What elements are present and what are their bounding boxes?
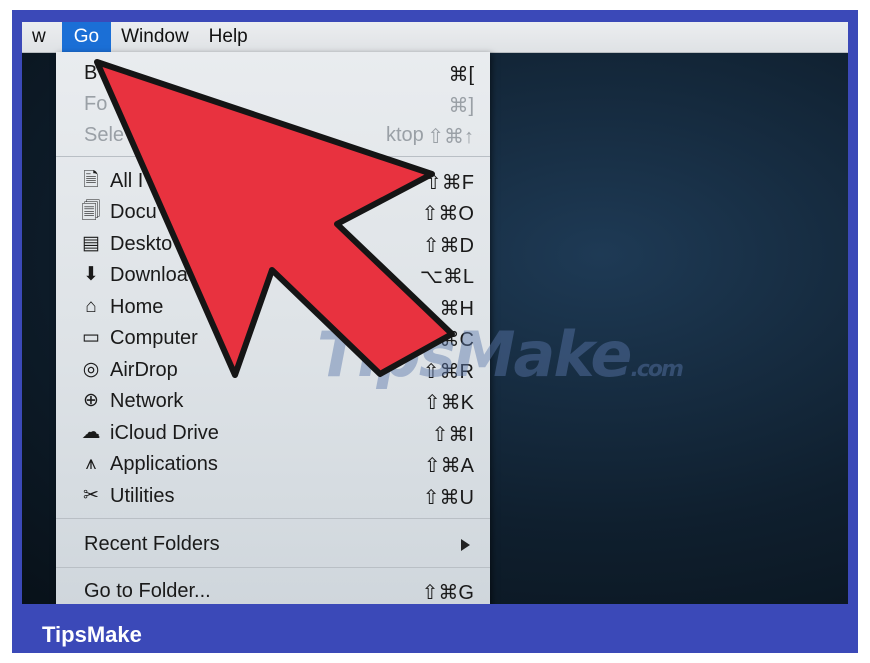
menubar-item-help[interactable]: Help xyxy=(199,22,258,52)
menubar-item-window[interactable]: Window xyxy=(111,22,199,52)
menu-item-label: Computer xyxy=(110,327,198,349)
menu-item-select-startup-disk[interactable]: Sele ktop ⇧⌘↑ xyxy=(56,120,490,151)
menu-item-applications[interactable]: ⩚ Applications ⇧⌘A xyxy=(56,449,490,480)
menu-item-recent-folders[interactable]: Recent Folders xyxy=(56,529,490,560)
menu-item-icloud-drive[interactable]: ☁ iCloud Drive ⇧⌘I xyxy=(56,418,490,449)
menu-item-desktop[interactable]: ▤ Deskto ⇧⌘D xyxy=(56,229,490,260)
menu-item-label: Utilities xyxy=(110,485,175,507)
icloud-icon: ☁ xyxy=(81,422,101,443)
menu-item-label: Sele xyxy=(84,124,125,146)
menu-item-label: Docu xyxy=(110,201,157,223)
image-frame: w Go Window Help B ⌘[ Fo ⌘] Sele ktop ⇧⌘… xyxy=(12,10,858,653)
menubar-item-go[interactable]: Go xyxy=(61,22,112,52)
computer-icon: ▭ xyxy=(82,327,100,348)
menu-item-shortcut: ⇧⌘K xyxy=(423,392,474,414)
menu-item-shortcut: ⇧⌘U xyxy=(422,487,474,509)
menu-item-downloads[interactable]: ⬇ Downloa ⌥⌘L xyxy=(56,260,490,291)
menu-item-shortcut: ⇧⌘D xyxy=(422,235,474,257)
submenu-arrow-icon xyxy=(461,539,470,551)
menu-item-label: Fo xyxy=(84,93,108,115)
menu-item-label: Home xyxy=(110,296,164,318)
menu-item-label: All I xyxy=(110,170,144,192)
menu-item-label: Network xyxy=(110,390,184,412)
menu-item-go-to-folder[interactable]: Go to Folder... ⇧⌘G xyxy=(56,576,490,604)
menu-item-label: AirDrop xyxy=(110,359,178,381)
caption-brand: TipsMake xyxy=(42,622,142,647)
applications-icon: ⩚ xyxy=(85,453,97,474)
watermark-suffix: .com xyxy=(630,357,683,382)
downloads-icon: ⬇ xyxy=(83,264,99,285)
menu-bar: w Go Window Help xyxy=(22,22,848,53)
menu-item-utilities[interactable]: ✂ Utilities ⇧⌘U xyxy=(56,481,490,512)
menu-item-label: iCloud Drive xyxy=(110,422,219,444)
watermark-text: TipsMake xyxy=(317,318,632,391)
menu-item-shortcut: ⇧⌘A xyxy=(423,455,474,477)
menu-item-back[interactable]: B ⌘[ xyxy=(56,58,490,89)
watermark: TipsMake.com xyxy=(317,318,684,391)
menu-item-shortcut: ⇧⌘G xyxy=(421,582,474,604)
menu-item-label: Go to Folder... xyxy=(84,580,211,602)
network-icon: ⊕ xyxy=(83,390,99,411)
menu-item-shortcut: ⌘] xyxy=(448,95,474,117)
menu-item-label: B xyxy=(84,62,98,84)
airdrop-icon: ◎ xyxy=(82,359,100,380)
menu-item-label: Deskto xyxy=(110,233,173,255)
menu-item-shortcut: ⌘[ xyxy=(448,64,474,86)
menu-item-documents[interactable]: 🗐 Docu ⇧⌘O xyxy=(56,197,490,228)
desktop-icon: ▤ xyxy=(82,233,100,254)
utilities-icon: ✂ xyxy=(83,485,99,506)
menu-item-label: Applications xyxy=(110,453,218,475)
menu-item-shortcut: ⇧⌘O xyxy=(421,203,474,225)
menu-item-forward[interactable]: Fo ⌘] xyxy=(56,89,490,120)
menu-item-shortcut: ⇧⌘F xyxy=(425,172,474,194)
menu-item-label: Downloa xyxy=(110,264,188,286)
home-icon: ⌂ xyxy=(85,296,97,317)
menu-item-shortcut: ⇧⌘I xyxy=(431,424,474,446)
menubar-item-view[interactable]: w xyxy=(22,22,56,52)
all-files-icon: 🗎 xyxy=(83,170,99,191)
menu-item-label-tail: ktop xyxy=(386,124,424,146)
menu-item-all-files[interactable]: 🗎 All I ⇧⌘F xyxy=(56,166,490,197)
desktop-screen: w Go Window Help B ⌘[ Fo ⌘] Sele ktop ⇧⌘… xyxy=(22,22,848,604)
menu-separator xyxy=(56,518,490,519)
menu-item-shortcut: ⇧⌘↑ xyxy=(427,126,474,148)
documents-icon: 🗐 xyxy=(81,201,101,222)
menu-item-label: Recent Folders xyxy=(84,533,220,555)
menu-separator xyxy=(56,567,490,568)
menu-item-shortcut: ⌥⌘L xyxy=(419,266,474,288)
menu-separator xyxy=(56,156,490,157)
